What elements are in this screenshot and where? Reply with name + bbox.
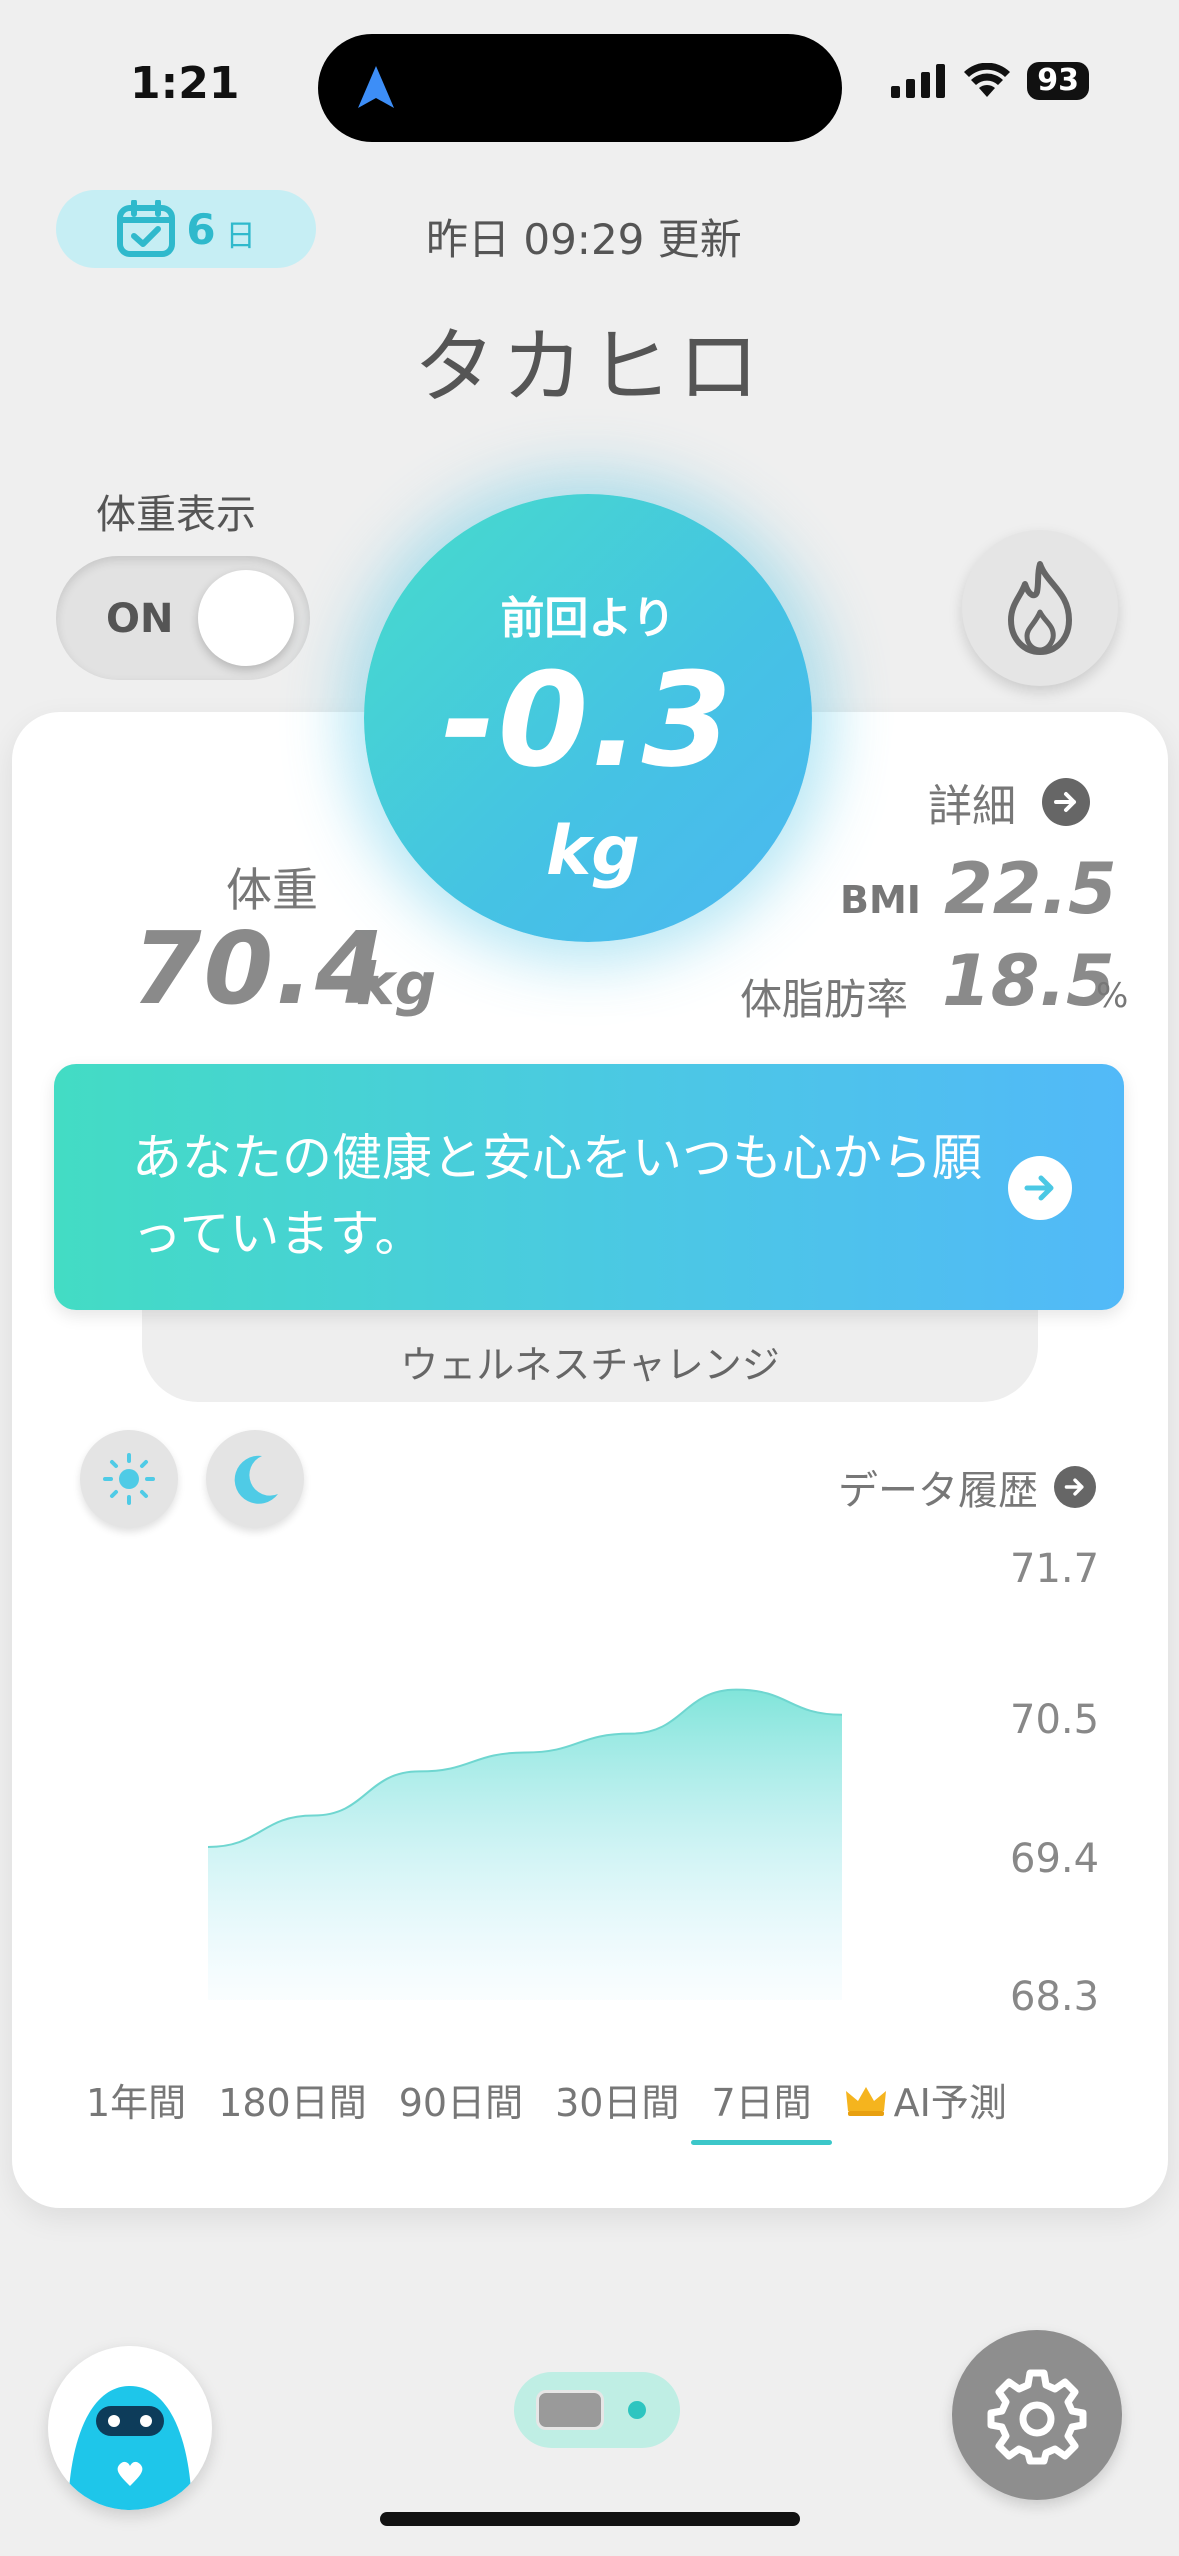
device-pager[interactable] [514,2372,680,2448]
period-selector: 1年間 180日間 90日間 30日間 7日間 AI予測 [86,2072,1039,2145]
weight-area-chart [207,1688,843,2000]
crown-icon [845,2086,886,2116]
mascot-icon [68,2386,192,2510]
scale-device-icon [536,2390,604,2430]
period-1y[interactable]: 1年間 [86,2072,186,2127]
period-ai-prediction[interactable]: AI予測 [844,2072,1007,2127]
diff-unit: kg [546,812,640,891]
settings-button[interactable] [952,2330,1122,2500]
period-90d[interactable]: 90日間 [399,2072,523,2127]
weight-area [208,1689,842,2000]
diff-value: -0.3 [441,644,735,796]
period-7d[interactable]: 7日間 [691,2072,832,2145]
page-dot [628,2401,646,2419]
period-30d[interactable]: 30日間 [555,2072,679,2127]
ai-prediction-label: AI予測 [893,2081,1007,2125]
diff-label: 前回より [500,593,676,644]
mascot-avatar[interactable] [48,2346,212,2510]
weight-diff-bubble: 前回より -0.3 kg [364,494,812,942]
gear-icon [987,2369,1087,2465]
home-indicator [380,2512,800,2526]
period-180d[interactable]: 180日間 [218,2072,367,2127]
